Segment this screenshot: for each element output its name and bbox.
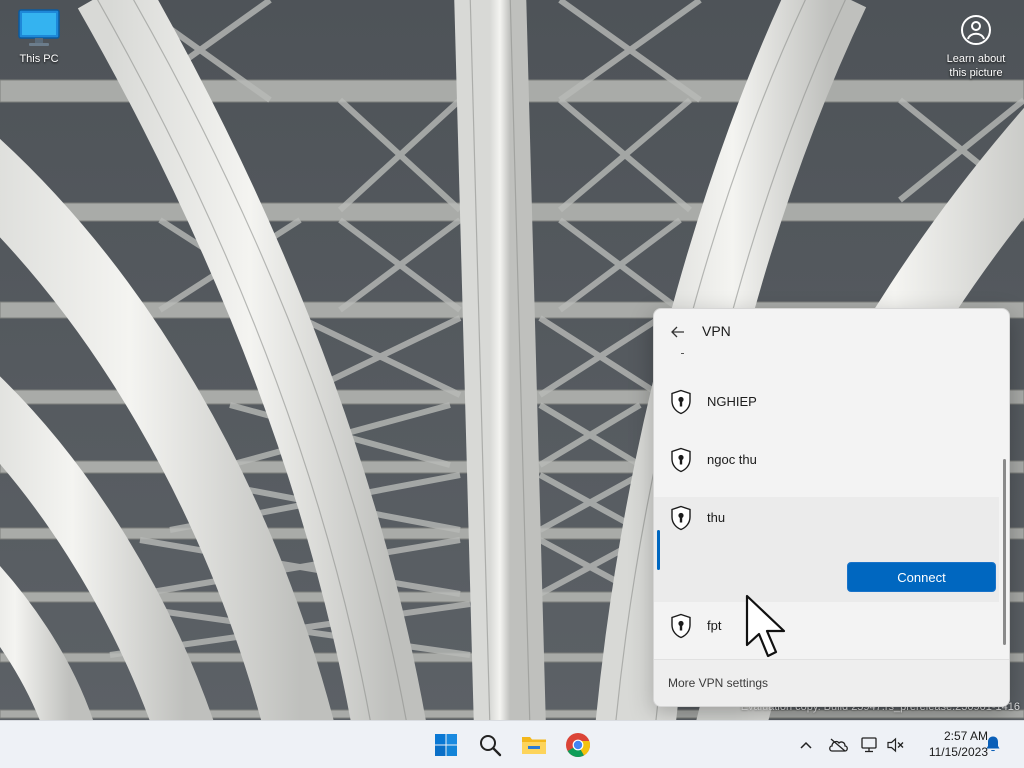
- vpn-panel-footer: More VPN settings: [654, 659, 1009, 706]
- vpn-connection-name: NGHIEP: [707, 394, 757, 409]
- onedrive-offline-icon: [829, 738, 848, 752]
- file-explorer-button[interactable]: [516, 727, 552, 763]
- notification-bell-icon[interactable]: [985, 735, 1001, 753]
- vpn-panel-title: VPN: [702, 323, 731, 339]
- chrome-button[interactable]: [560, 727, 596, 763]
- vpn-connection-name: ngoc thu: [707, 452, 757, 467]
- show-hidden-icons-button[interactable]: [794, 733, 818, 757]
- clock-time: 2:57 AM: [943, 729, 988, 743]
- vpn-list-scrollbar[interactable]: [1003, 459, 1006, 645]
- vpn-connection-name: thu: [707, 510, 726, 525]
- folder-icon: [522, 737, 546, 754]
- mouse-pointer-icon: [745, 594, 786, 658]
- learn-about-picture-label: Learn about this picture: [946, 53, 1006, 79]
- taskbar-clock[interactable]: 2:57 AM 11/15/2023: [912, 728, 988, 760]
- shield-lock-icon: [671, 613, 691, 638]
- shield-lock-icon: [671, 389, 691, 414]
- arrow-left-icon: [671, 326, 684, 338]
- desktop-icon-this-pc[interactable]: This PC: [10, 8, 68, 66]
- back-button[interactable]: [666, 321, 690, 343]
- more-vpn-settings-link[interactable]: More VPN settings: [668, 676, 768, 690]
- taskbar: 2:57 AM 11/15/2023: [0, 720, 1024, 768]
- vpn-connection-item[interactable]: ngoc thu: [654, 431, 999, 488]
- clipped-item-remnant: [681, 353, 684, 354]
- onedrive-tray-button[interactable]: [826, 733, 850, 757]
- clock-date: 11/15/2023: [928, 745, 988, 759]
- volume-tray-button[interactable]: [884, 733, 908, 757]
- shield-lock-icon: [671, 505, 691, 531]
- desktop-icon-learn-about-picture[interactable]: Learn about this picture: [938, 14, 1014, 80]
- network-icon: [861, 737, 877, 753]
- vpn-connection-row[interactable]: thu: [654, 497, 999, 537]
- vpn-connection-item-expanded[interactable]: thu Connect: [654, 497, 999, 602]
- volume-muted-icon: [887, 737, 904, 753]
- network-tray-button[interactable]: [857, 733, 881, 757]
- connect-button[interactable]: Connect: [847, 562, 996, 592]
- windows-logo-icon: [435, 734, 457, 756]
- taskbar-search-button[interactable]: [472, 727, 508, 763]
- selection-indicator: [657, 530, 660, 570]
- computer-monitor-icon: [18, 9, 60, 46]
- vpn-connection-item[interactable]: NGHIEP: [654, 373, 999, 430]
- vpn-flyout-panel: VPN NGHIEP ngoc thu thu Connect fpt More…: [653, 308, 1010, 707]
- start-button[interactable]: [428, 727, 464, 763]
- chrome-icon: [566, 733, 591, 758]
- vpn-panel-header: VPN: [654, 309, 1009, 353]
- this-pc-label: This PC: [19, 53, 59, 65]
- camera-circle-icon: [961, 15, 991, 45]
- search-icon: [480, 735, 502, 757]
- shield-lock-icon: [671, 447, 691, 472]
- vpn-connection-name: fpt: [707, 618, 722, 633]
- chevron-up-icon: [800, 741, 812, 749]
- vpn-connection-item[interactable]: fpt: [654, 597, 999, 654]
